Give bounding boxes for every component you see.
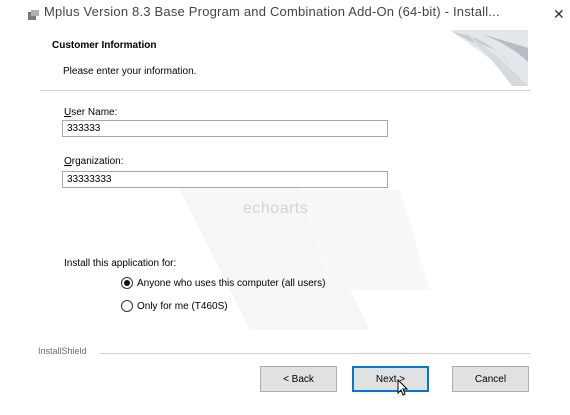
header-divider bbox=[40, 90, 530, 91]
user-name-label-text: ser Name: bbox=[71, 107, 118, 118]
user-name-input[interactable] bbox=[62, 120, 388, 137]
close-icon[interactable]: ✕ bbox=[553, 6, 565, 23]
radio-all-users-label: Anyone who uses this computer (all users… bbox=[137, 277, 326, 289]
radio-all-users[interactable]: Anyone who uses this computer (all users… bbox=[121, 277, 325, 289]
next-button[interactable]: Next > bbox=[352, 366, 429, 392]
page-subtitle: Please enter your information. bbox=[63, 66, 197, 77]
organization-input[interactable] bbox=[62, 171, 388, 188]
radio-only-me-label: Only for me (T460S) bbox=[137, 300, 228, 312]
back-button[interactable]: < Back bbox=[260, 366, 337, 392]
install-for-label: Install this application for: bbox=[64, 258, 177, 269]
title-bar: Mplus Version 8.3 Base Program and Combi… bbox=[0, 0, 570, 26]
mouse-pointer-icon bbox=[397, 379, 409, 396]
radio-checked-icon[interactable] bbox=[121, 277, 133, 289]
user-name-label: User Name: bbox=[64, 107, 117, 118]
banner-graphic-icon bbox=[450, 30, 528, 86]
window-title: Mplus Version 8.3 Base Program and Combi… bbox=[44, 4, 500, 19]
radio-unchecked-icon[interactable] bbox=[121, 300, 133, 312]
footer-divider bbox=[100, 353, 530, 354]
radio-only-me[interactable]: Only for me (T460S) bbox=[121, 300, 228, 312]
page-title: Customer Information bbox=[52, 40, 157, 51]
organization-label: Organization: bbox=[64, 156, 123, 167]
header-banner: Customer Information Please enter your i… bbox=[40, 28, 530, 90]
watermark-text: echoarts bbox=[243, 200, 309, 217]
installer-window: Mplus Version 8.3 Base Program and Combi… bbox=[0, 0, 570, 415]
organization-label-text: rganization: bbox=[71, 156, 124, 167]
installer-app-icon bbox=[28, 10, 39, 20]
installshield-brand: InstallShield bbox=[38, 346, 87, 356]
organization-label-accel: O bbox=[64, 156, 72, 167]
cancel-button[interactable]: Cancel bbox=[452, 366, 529, 392]
